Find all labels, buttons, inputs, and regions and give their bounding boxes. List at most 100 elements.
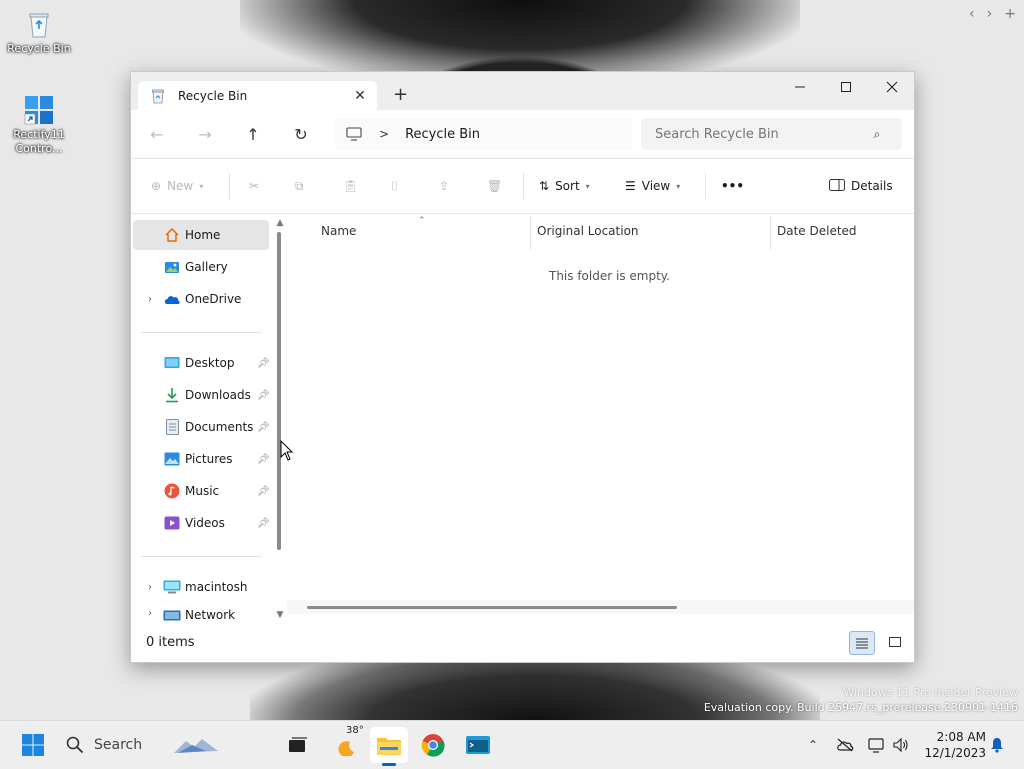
volume-icon[interactable] xyxy=(892,729,910,761)
column-header-original-location[interactable]: Original Location xyxy=(537,224,639,238)
view-button[interactable]: ☰ View ▾ xyxy=(625,176,680,196)
scroll-up-arrow-icon[interactable]: ▲ xyxy=(275,218,285,228)
sidebar-item-onedrive[interactable]: › OneDrive xyxy=(133,284,269,314)
close-button[interactable] xyxy=(869,72,915,102)
share-icon[interactable]: ⇪ xyxy=(439,176,449,196)
plus-circle-icon: ⊕ xyxy=(151,179,162,193)
more-options-button[interactable]: ••• xyxy=(721,176,744,196)
sidebar-item-videos[interactable]: Videos 📌︎ xyxy=(133,508,270,538)
chevron-left-icon[interactable]: ‹ xyxy=(969,6,975,22)
maximize-button[interactable] xyxy=(823,72,869,102)
terminal-taskbar-button[interactable] xyxy=(463,729,493,761)
desktop-icon-rectify11[interactable]: Rectify11 Contro... xyxy=(4,94,74,156)
weather-temperature: 38° xyxy=(346,725,364,736)
sidebar-item-desktop[interactable]: Desktop 📌︎ xyxy=(133,348,270,378)
up-arrow-icon[interactable]: ↑ xyxy=(241,122,265,146)
clock[interactable]: 2:08 AM 12/1/2023 xyxy=(918,729,986,761)
weather-widget-button[interactable]: 38° xyxy=(332,725,364,761)
onedrive-sync-off-icon[interactable] xyxy=(836,729,854,761)
start-button[interactable] xyxy=(18,729,48,761)
breadcrumb-separator[interactable]: > xyxy=(379,127,389,141)
chevron-right-icon[interactable]: › xyxy=(143,608,157,619)
notification-bell-icon[interactable] xyxy=(988,729,1006,761)
horizontal-scrollbar-thumb[interactable] xyxy=(307,606,677,609)
chevron-right-icon[interactable]: › xyxy=(143,294,157,305)
close-tab-icon[interactable]: ✕ xyxy=(351,88,369,104)
new-button[interactable]: ⊕ New ▾ xyxy=(151,176,203,196)
delete-icon[interactable]: 🗑︎ xyxy=(487,176,502,196)
sidebar-item-label: Videos xyxy=(185,516,225,530)
scrollbar-thumb[interactable] xyxy=(277,232,281,550)
sidebar-item-label: OneDrive xyxy=(185,292,242,306)
copy-icon[interactable]: ⧉ xyxy=(295,176,304,196)
chevron-up-icon[interactable]: ⌃ xyxy=(804,729,822,761)
pin-icon[interactable]: 📌︎ xyxy=(257,358,270,369)
watermark-line: Evaluation copy. Build 25947.rs_prerelea… xyxy=(703,701,1018,714)
tab-title: Recycle Bin xyxy=(178,88,248,103)
sort-icon: ⇅ xyxy=(539,179,550,193)
chevron-right-icon[interactable]: › xyxy=(143,582,157,593)
sidebar-item-macintosh[interactable]: › macintosh xyxy=(133,572,269,602)
tab-recycle-bin[interactable]: Recycle Bin ✕ xyxy=(138,81,377,110)
desktop-icon-recycle-bin[interactable]: Recycle Bin xyxy=(4,8,74,56)
tiles-view-icon xyxy=(889,637,901,647)
toolbar-divider xyxy=(705,173,706,199)
breadcrumb-location[interactable]: Recycle Bin xyxy=(405,127,480,142)
sidebar-item-label: Documents xyxy=(185,420,254,434)
minimize-button[interactable] xyxy=(777,72,823,102)
paste-icon[interactable]: 📋︎ xyxy=(343,176,358,196)
pin-icon[interactable]: 📌︎ xyxy=(257,518,270,529)
pin-icon[interactable]: 📌︎ xyxy=(257,454,270,465)
search-input[interactable] xyxy=(653,125,867,143)
column-header-date-deleted[interactable]: Date Deleted xyxy=(777,224,857,238)
clock-time: 2:08 AM xyxy=(936,730,986,744)
scroll-down-arrow-icon[interactable]: ▼ xyxy=(275,610,285,620)
sidebar-item-label: Gallery xyxy=(185,260,228,274)
column-separator[interactable] xyxy=(530,216,531,250)
back-arrow-icon[interactable]: ← xyxy=(145,122,169,146)
refresh-icon[interactable]: ↻ xyxy=(289,122,313,146)
task-view-button[interactable] xyxy=(285,729,311,761)
sidebar-item-documents[interactable]: Documents 📌︎ xyxy=(133,412,270,442)
plus-icon[interactable]: + xyxy=(1004,6,1016,22)
address-box[interactable]: > Recycle Bin xyxy=(335,118,632,150)
file-explorer-taskbar-button[interactable] xyxy=(374,729,404,761)
toolbar-divider xyxy=(523,173,524,199)
sidebar-item-gallery[interactable]: Gallery xyxy=(133,252,269,282)
details-view-icon xyxy=(856,638,868,649)
sort-ascending-icon: ⌃ xyxy=(418,216,426,226)
sidebar-item-home[interactable]: Home xyxy=(133,220,269,250)
chevron-right-icon[interactable]: › xyxy=(987,6,993,22)
tiles-view-button[interactable] xyxy=(883,631,907,653)
file-list-area[interactable]: Name ⌃ Original Location Date Deleted Th… xyxy=(287,214,914,622)
sort-button[interactable]: ⇅ Sort ▾ xyxy=(539,176,590,196)
forward-arrow-icon[interactable]: → xyxy=(193,122,217,146)
mouse-cursor-icon xyxy=(280,439,294,464)
details-button[interactable]: Details xyxy=(829,176,893,196)
column-separator[interactable] xyxy=(770,216,771,250)
pin-icon[interactable]: 📌︎ xyxy=(257,486,270,497)
network-status-icon[interactable] xyxy=(868,729,886,761)
details-view-button[interactable] xyxy=(849,631,875,655)
chrome-taskbar-button[interactable] xyxy=(418,729,448,761)
search-box: ⌕ xyxy=(641,118,902,150)
rename-icon[interactable]: ⌷ xyxy=(391,176,398,196)
nav-divider xyxy=(141,556,261,557)
wallpaper-shape xyxy=(240,0,800,80)
new-tab-button[interactable]: + xyxy=(393,84,408,105)
taskbar: Search 38° ⌃ 2:08 AM 12/1/2023 xyxy=(0,720,1024,769)
onedrive-icon xyxy=(163,290,181,308)
windows-logo-icon xyxy=(22,734,44,756)
sidebar-item-music[interactable]: Music 📌︎ xyxy=(133,476,270,506)
search-icon[interactable]: ⌕ xyxy=(867,127,887,142)
pin-icon[interactable]: 📌︎ xyxy=(257,390,270,401)
sidebar-item-pictures[interactable]: Pictures 📌︎ xyxy=(133,444,270,474)
recycle-bin-icon xyxy=(23,8,55,40)
sidebar-item-downloads[interactable]: Downloads 📌︎ xyxy=(133,380,270,410)
navigation-scrollbar[interactable]: ▲ ▼ xyxy=(275,218,287,622)
column-header-name[interactable]: Name xyxy=(321,224,356,238)
cut-icon[interactable]: ✂ xyxy=(249,176,259,196)
taskbar-search[interactable]: Search xyxy=(60,729,220,761)
gallery-icon xyxy=(163,258,181,276)
pin-icon[interactable]: 📌︎ xyxy=(257,422,270,433)
